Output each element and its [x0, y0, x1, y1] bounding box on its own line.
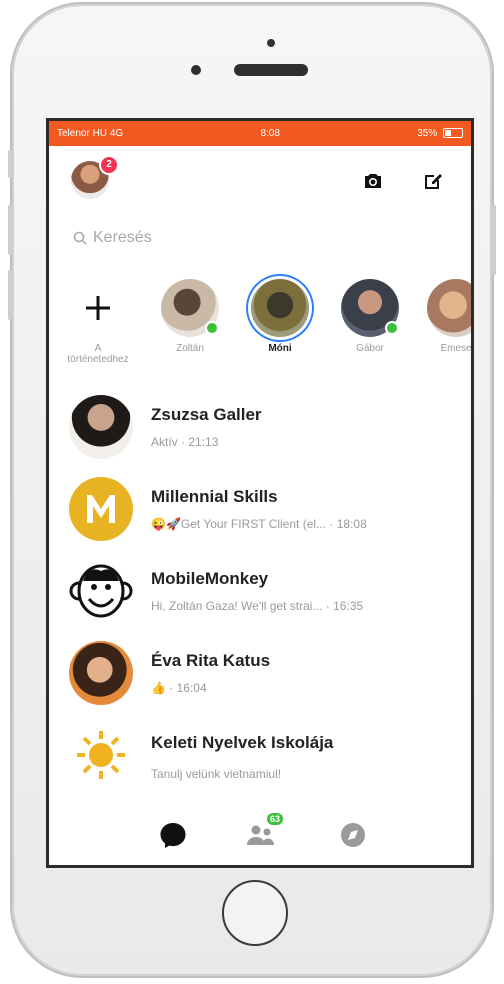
chat-row[interactable]: Millennial Skills 😜🚀Get Your FIRST Clien… — [49, 471, 471, 551]
chat-preview: 👍 — [151, 681, 166, 695]
chat-preview-line: 😜🚀Get Your FIRST Client (el... · 18:08 — [151, 517, 367, 531]
chat-name: Zsuzsa Galler — [151, 405, 262, 424]
story-label: Emese — [440, 343, 472, 354]
compose-icon[interactable] — [421, 169, 445, 193]
chat-row[interactable]: MobileMonkey Hi, Zoltán Gaza! We'll get … — [49, 553, 471, 633]
earpiece-speaker — [234, 64, 308, 76]
chat-avatar — [69, 723, 133, 787]
volume-up-button — [8, 205, 12, 255]
millennial-skills-logo — [87, 495, 115, 523]
chat-avatar — [69, 395, 133, 459]
chat-preview-line: Tanulj velünk vietnamiul! — [151, 767, 281, 781]
network-type: 4G — [109, 128, 124, 139]
story-item[interactable]: Gábor — [335, 279, 405, 354]
carrier-info: Telenor HU 4G — [57, 128, 123, 139]
chat-avatar — [69, 641, 133, 705]
header: 2 — [49, 155, 471, 205]
search-placeholder: Keresés — [93, 229, 152, 246]
power-button — [492, 205, 496, 275]
story-label: Móni — [268, 343, 292, 354]
chat-name: Millennial Skills — [151, 487, 278, 506]
screen: Telenor HU 4G 8:08 35% 2 Keresés A törté… — [46, 118, 474, 868]
battery-icon — [442, 128, 463, 139]
story-avatar — [341, 279, 399, 337]
story-item[interactable]: Móni — [245, 279, 315, 354]
chat-time: · 16:04 — [165, 681, 207, 695]
search-icon — [73, 231, 87, 245]
sensor-dot — [267, 39, 275, 47]
story-label: Zoltán — [176, 343, 204, 354]
chat-row[interactable]: Keleti Nyelvek Iskolája Tanulj velünk vi… — [49, 717, 471, 797]
home-button[interactable] — [222, 880, 288, 946]
volume-down-button — [8, 270, 12, 320]
story-label: A történetedhez — [67, 343, 129, 365]
chat-time: · 16:35 — [322, 599, 364, 613]
chat-time: · 18:08 — [326, 517, 367, 531]
chat-name: MobileMonkey — [151, 569, 269, 588]
monkey-logo-icon — [69, 564, 133, 618]
camera-icon[interactable] — [361, 169, 385, 193]
chat-preview: Aktív — [151, 435, 182, 449]
chat-preview: Tanulj velünk vietnamiul! — [151, 767, 282, 781]
story-label: Gábor — [356, 343, 384, 354]
story-item[interactable]: Zoltán — [155, 279, 225, 354]
story-avatar — [161, 279, 219, 337]
status-time: 8:08 — [260, 128, 280, 139]
compass-icon[interactable] — [337, 819, 369, 851]
chat-bubble-icon[interactable] — [157, 819, 189, 851]
chat-name: Éva Rita Katus — [151, 651, 271, 670]
mute-switch — [8, 150, 12, 178]
front-camera — [191, 65, 201, 75]
chat-row[interactable]: Éva Rita Katus 👍 · 16:04 — [49, 635, 471, 715]
chat-preview-line: Hi, Zoltán Gaza! We'll get strai... · 16… — [151, 599, 363, 613]
chat-preview: Hi, Zoltán Gaza! We'll get strai... — [151, 599, 323, 613]
chat-preview-line: 👍 · 16:04 — [151, 681, 207, 695]
people-badge: 63 — [267, 813, 284, 825]
chat-time: · 21:13 — [181, 435, 219, 449]
online-indicator — [205, 321, 219, 335]
stories-row: A történetedhez Zoltán Móni Gábor Emese — [49, 279, 471, 379]
chat-avatar — [69, 559, 133, 623]
chat-avatar — [69, 477, 133, 541]
story-avatar — [251, 279, 309, 337]
search-bar[interactable]: Keresés — [73, 227, 152, 249]
chat-preview-line: Aktív · 21:13 — [151, 435, 218, 449]
add-story-circle — [69, 279, 127, 337]
battery-status: 35% — [417, 128, 463, 139]
tab-bar: 63 — [49, 807, 471, 865]
story-avatar — [427, 279, 471, 337]
chat-row[interactable]: Zsuzsa Galler Aktív · 21:13 — [49, 389, 471, 469]
sun-logo-icon — [77, 731, 125, 779]
chat-preview: 😜🚀Get Your FIRST Client (el... — [151, 517, 327, 531]
plus-icon — [86, 296, 110, 320]
profile-notification-badge: 2 — [99, 155, 119, 175]
online-indicator — [385, 321, 399, 335]
chat-name: Keleti Nyelvek Iskolája — [151, 733, 334, 752]
battery-percent: 35% — [417, 128, 438, 139]
carrier-name: Telenor HU — [57, 128, 108, 139]
story-item[interactable]: Emese — [421, 279, 472, 354]
status-bar: Telenor HU 4G 8:08 35% — [49, 121, 471, 146]
people-tab[interactable]: 63 — [245, 813, 284, 851]
story-add[interactable]: A történetedhez — [63, 279, 133, 365]
